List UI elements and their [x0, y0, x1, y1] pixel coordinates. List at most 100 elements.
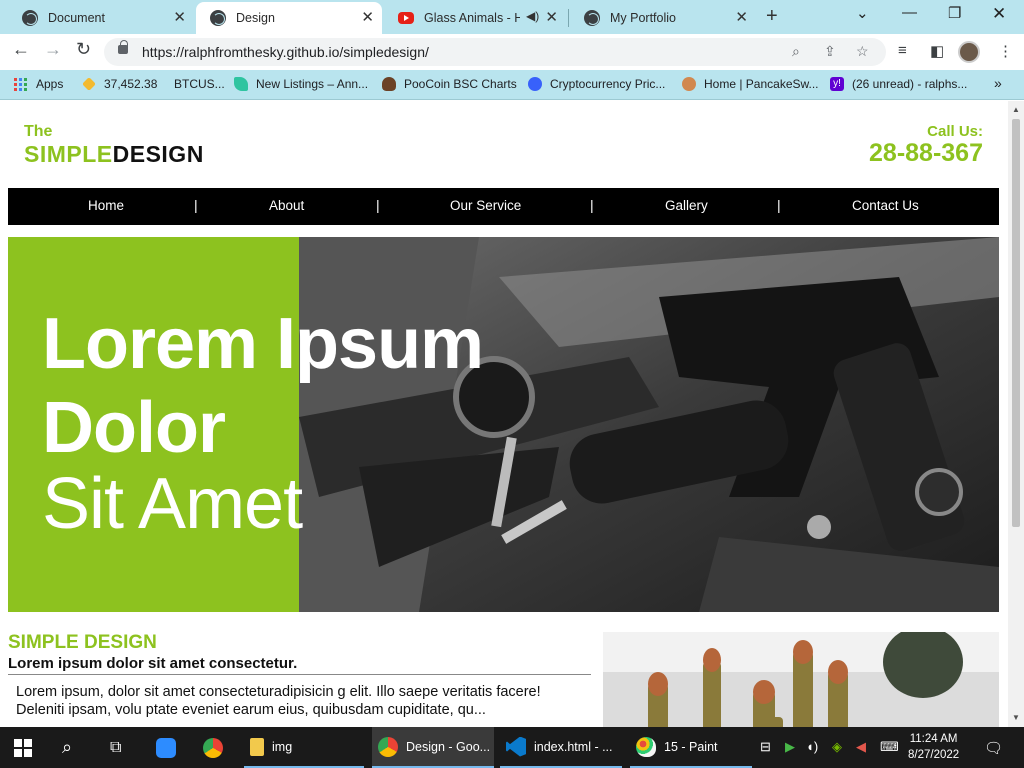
- logo-the: The: [24, 123, 53, 140]
- lock-icon[interactable]: [118, 40, 128, 54]
- section-subtitle: Lorem ipsum dolor sit amet consectetur.: [8, 655, 298, 672]
- nav-about[interactable]: About: [269, 198, 304, 213]
- close-icon[interactable]: ✕: [735, 10, 748, 26]
- nav-separator: |: [777, 197, 781, 213]
- pancakeswap-bunny-icon: [682, 77, 696, 91]
- more-bookmarks-chevron-icon[interactable]: »: [994, 75, 1002, 91]
- close-icon[interactable]: ✕: [545, 10, 558, 26]
- notification-icon[interactable]: 🗨: [984, 739, 1003, 757]
- section-divider: [8, 674, 591, 675]
- web-page: The SIMPLEDESIGN Call Us: 28-88-367 Home…: [0, 101, 1008, 727]
- hero-heading-line1: Lorem Ipsum: [42, 304, 484, 384]
- section-body-text: Lorem ipsum, dolor sit amet consectetura…: [16, 684, 541, 718]
- menu-kebab-icon[interactable]: ⋮: [998, 42, 1013, 60]
- url-text[interactable]: https://ralphfromthesky.github.io/simple…: [142, 44, 429, 60]
- tab-title: Document: [48, 11, 105, 25]
- bookmark-cryptocurrency[interactable]: Cryptocurrency Pric...: [528, 77, 665, 91]
- tab-design[interactable]: Design ✕: [196, 2, 382, 34]
- bookmark-label: Home | PancakeSw...: [704, 77, 819, 91]
- reload-icon[interactable]: ↻: [76, 39, 91, 60]
- browser-tab-strip: Document ✕ Design ✕ Glass Animals - He ✕…: [0, 0, 1024, 34]
- browser-toolbar: ← → ↻ https://ralphfromthesky.github.io/…: [0, 34, 1024, 70]
- clock-date: 8/27/2022: [908, 749, 960, 761]
- window-close-icon[interactable]: ✕: [992, 4, 1006, 24]
- taskbar-img-folder[interactable]: img: [244, 727, 364, 768]
- logo-simple: SIMPLE: [24, 141, 113, 167]
- tab-my-portfolio[interactable]: My Portfolio ✕: [570, 2, 756, 34]
- task-view-icon[interactable]: ⧉: [110, 727, 121, 768]
- apps-grid-icon: [14, 77, 27, 91]
- tab-document[interactable]: Document ✕: [8, 2, 194, 34]
- taskbar-item-label: 15 - Paint: [664, 739, 718, 754]
- chrome-icon: [203, 737, 223, 758]
- close-icon[interactable]: ✕: [173, 10, 186, 26]
- forward-arrow-icon[interactable]: →: [44, 39, 62, 60]
- taskbar-chrome-design[interactable]: Design - Goo...: [372, 727, 494, 768]
- logo-design: DESIGN: [112, 141, 204, 167]
- page-scrollbar[interactable]: ▲ ▼: [1008, 101, 1024, 727]
- speaker-muted-icon[interactable]: ◀: [856, 739, 866, 755]
- bookmarks-bar: Apps 37,452.38 BTCUS... New Listings – A…: [0, 70, 1024, 100]
- chrome-app-button[interactable]: [203, 727, 231, 768]
- bullets-photo: [603, 632, 999, 727]
- globe-icon: [22, 10, 38, 26]
- bookmark-pancakeswap[interactable]: Home | PancakeSw...: [682, 77, 819, 91]
- logo[interactable]: SIMPLEDESIGN: [24, 141, 204, 168]
- bookmark-label: Cryptocurrency Pric...: [550, 77, 666, 91]
- nav-contact-us[interactable]: Contact Us: [852, 198, 919, 213]
- tab-title: Glass Animals - He: [424, 11, 520, 25]
- side-panel-icon[interactable]: ◧: [930, 42, 944, 60]
- zoom-app-button[interactable]: [156, 727, 184, 768]
- nav-home[interactable]: Home: [88, 198, 124, 213]
- tab-search-chevron-icon[interactable]: ⌄: [856, 4, 869, 22]
- address-bar[interactable]: https://ralphfromthesky.github.io/simple…: [104, 38, 886, 66]
- scrollbar-thumb[interactable]: [1012, 119, 1020, 527]
- nvidia-icon[interactable]: ◈: [832, 739, 842, 755]
- close-icon[interactable]: ✕: [361, 10, 374, 26]
- back-arrow-icon[interactable]: ←: [12, 39, 30, 60]
- share-icon[interactable]: ⇪: [824, 43, 836, 60]
- nav-gallery[interactable]: Gallery: [665, 198, 708, 213]
- windows-logo-icon: [14, 738, 32, 757]
- start-button[interactable]: [14, 727, 32, 768]
- bookmark-poocoin[interactable]: PooCoin BSC Charts: [382, 77, 517, 91]
- scroll-down-arrow-icon[interactable]: ▼: [1012, 713, 1020, 722]
- globe-icon: [210, 10, 226, 26]
- nav-separator: |: [376, 197, 380, 213]
- clock-time: 11:24 AM: [909, 733, 958, 745]
- volume-icon[interactable]: ◖): [806, 739, 818, 754]
- tab-title: Design: [236, 11, 275, 25]
- coinmarketcap-leaf-icon: [234, 77, 248, 91]
- taskbar-vscode[interactable]: index.html - ...: [500, 727, 622, 768]
- bookmark-star-icon[interactable]: ☆: [856, 43, 869, 60]
- nav-our-service[interactable]: Our Service: [450, 198, 521, 213]
- bookmark-apps[interactable]: Apps: [14, 77, 63, 91]
- zoom-icon: [156, 737, 176, 758]
- new-tab-plus-icon[interactable]: +: [766, 5, 778, 28]
- hero-heading-line2: Dolor: [42, 388, 226, 468]
- search-icon[interactable]: ⌕: [62, 727, 72, 768]
- media-queue-icon[interactable]: ≡: [898, 42, 907, 59]
- network-icon[interactable]: ⊟: [760, 739, 771, 755]
- speaker-icon[interactable]: ◀): [526, 9, 539, 23]
- bookmark-label: PooCoin BSC Charts: [404, 77, 517, 91]
- tab-title: My Portfolio: [610, 11, 676, 25]
- keyboard-icon[interactable]: ⌨: [880, 739, 899, 755]
- restore-icon[interactable]: ❐: [948, 4, 961, 22]
- bookmark-label: Apps: [36, 77, 64, 91]
- zoom-search-icon[interactable]: ⌕: [792, 43, 800, 60]
- bookmark-label: (26 unread) - ralphs...: [852, 77, 968, 91]
- taskbar-item-label: index.html - ...: [534, 739, 613, 754]
- media-play-icon[interactable]: ▶: [785, 739, 795, 755]
- bookmark-btcusd[interactable]: BTCUS...: [174, 77, 225, 91]
- bookmark-yahoo-mail[interactable]: y! (26 unread) - ralphs...: [830, 77, 967, 91]
- nav-separator: |: [590, 197, 594, 213]
- hero-banner: Lorem Ipsum Dolor Sit Amet: [8, 237, 999, 612]
- profile-avatar[interactable]: [958, 41, 980, 63]
- minimize-icon[interactable]: —: [902, 4, 917, 21]
- taskbar-paint[interactable]: 15 - Paint: [630, 727, 752, 768]
- bookmark-new-listings[interactable]: New Listings – Ann...: [234, 77, 368, 91]
- scroll-up-arrow-icon[interactable]: ▲: [1012, 105, 1020, 114]
- bookmark-btc-price[interactable]: 37,452.38: [82, 77, 157, 91]
- system-clock[interactable]: 11:24 AM 8/27/2022: [908, 731, 959, 763]
